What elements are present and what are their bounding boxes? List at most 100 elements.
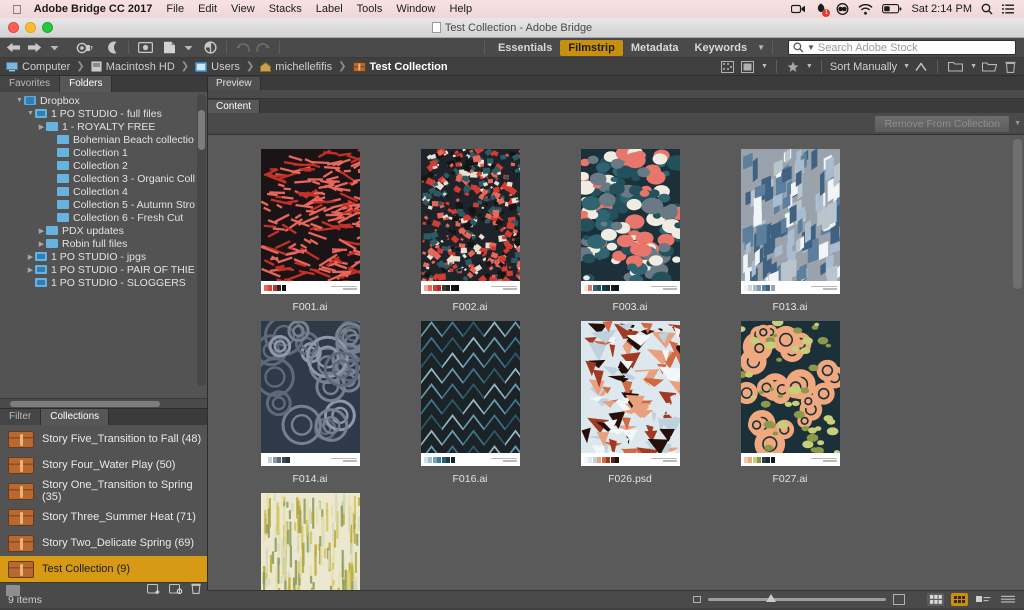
thumbnail-size-slider-handle[interactable]: [766, 594, 776, 602]
thumbnail-image[interactable]: [260, 321, 360, 466]
tab-collections[interactable]: Collections: [41, 409, 110, 425]
breadcrumb-test-collection[interactable]: Test Collection: [352, 61, 448, 73]
sort-order-icon[interactable]: [913, 59, 929, 75]
folder-tree-item[interactable]: ▶ 1 PO STUDIO - jpgs: [0, 250, 207, 263]
delete-icon[interactable]: [1002, 59, 1018, 75]
thumbnail-image[interactable]: [420, 321, 520, 466]
breadcrumb-macintosh-hd[interactable]: Macintosh HD: [90, 61, 175, 73]
open-in-icon[interactable]: [161, 40, 178, 56]
camera-raw-icon[interactable]: [136, 40, 155, 56]
dropbox-icon[interactable]: [836, 3, 849, 15]
menu-app-name[interactable]: Adobe Bridge CC 2017: [34, 3, 153, 15]
menu-tools[interactable]: Tools: [357, 3, 383, 15]
tab-preview[interactable]: Preview: [208, 77, 261, 90]
content-scroll-thumb[interactable]: [1013, 139, 1022, 289]
folder-tree-item[interactable]: 1 PO STUDIO - SLOGGERS: [0, 276, 207, 289]
folder-tree-horizontal-scrollbar[interactable]: [0, 398, 207, 408]
screen-record-icon[interactable]: [791, 3, 806, 15]
menu-view[interactable]: View: [231, 3, 255, 15]
recent-dropdown-icon[interactable]: [46, 40, 62, 56]
thumbnail-size-slider[interactable]: [708, 594, 886, 602]
folder-tree-scroll-thumb[interactable]: [198, 110, 205, 150]
thumbnail-item[interactable]: F028.ai: [230, 493, 390, 590]
breadcrumb-michellefifis[interactable]: michellefifis: [260, 61, 332, 73]
folder-tree-item[interactable]: ▶ 1 PO STUDIO - PAIR OF THIE: [0, 263, 207, 276]
thumbnail-item[interactable]: F014.ai: [230, 321, 390, 485]
disclosure-triangle-icon[interactable]: ▶: [37, 240, 46, 248]
thumbnail-grid-icon[interactable]: [951, 593, 968, 606]
thumbnail-image[interactable]: [580, 321, 680, 466]
workspace-metadata[interactable]: Metadata: [623, 40, 687, 56]
apple-menu-icon[interactable]: : [12, 3, 22, 16]
open-recent-icon[interactable]: [980, 59, 999, 75]
collection-item[interactable]: Story Three_Summer Heat (71): [0, 504, 207, 530]
details-view-icon[interactable]: [975, 593, 992, 606]
workspace-dropdown-icon[interactable]: ▼: [757, 43, 765, 52]
collection-item-selected[interactable]: Test Collection (9): [0, 556, 207, 582]
thumbnail-quality-dropdown-icon[interactable]: ▼: [761, 63, 768, 70]
thumbnail-grid-area[interactable]: F001.ai F002.ai F003.ai F013.ai F014.ai F016.…: [208, 135, 1024, 590]
menu-edit[interactable]: Edit: [198, 3, 217, 15]
get-photos-from-camera-icon[interactable]: [74, 40, 95, 56]
folder-tree-item[interactable]: Collection 1: [0, 146, 207, 159]
thumbnail-item[interactable]: F003.ai: [550, 149, 710, 313]
folder-tree-item[interactable]: ▶ 1 - ROYALTY FREE: [0, 120, 207, 133]
redo-icon[interactable]: [254, 40, 272, 56]
folder-tree-item[interactable]: Collection 5 - Autumn Stro: [0, 198, 207, 211]
collections-list[interactable]: Story Five_Transition to Fall (48) Story …: [0, 425, 207, 582]
battery-icon[interactable]: [882, 3, 902, 15]
menu-file[interactable]: File: [166, 3, 184, 15]
tab-folders[interactable]: Folders: [60, 76, 113, 92]
notification-center-icon[interactable]: [1002, 3, 1014, 15]
wifi-icon[interactable]: [858, 3, 873, 15]
notification-badge-icon[interactable]: 1: [815, 3, 831, 17]
thumbnail-quality-icon[interactable]: [739, 59, 756, 75]
increase-thumbnail-size-icon[interactable]: [893, 594, 905, 605]
thumbnail-item[interactable]: F026.psd: [550, 321, 710, 485]
delete-collection-icon[interactable]: [191, 583, 201, 597]
thumbnail-item[interactable]: F001.ai: [230, 149, 390, 313]
thumbnail-image[interactable]: [740, 321, 840, 466]
menu-bar-clock[interactable]: Sat 2:14 PM: [911, 3, 972, 15]
collection-item[interactable]: Story Four_Water Play (50): [0, 452, 207, 478]
spotlight-search-icon[interactable]: [981, 3, 993, 15]
workspace-essentials[interactable]: Essentials: [490, 40, 560, 56]
thumbnail-item[interactable]: F002.ai: [390, 149, 550, 313]
grid-lock-icon[interactable]: [927, 593, 944, 606]
tab-favorites[interactable]: Favorites: [0, 76, 61, 92]
tab-content[interactable]: Content: [208, 100, 261, 113]
search-input-placeholder[interactable]: Search Adobe Stock: [818, 42, 918, 54]
disclosure-triangle-icon[interactable]: ▶: [26, 253, 35, 261]
thumbnail-item[interactable]: F027.ai: [710, 321, 870, 485]
menu-stacks[interactable]: Stacks: [269, 3, 302, 15]
collection-item[interactable]: Story Five_Transition to Fall (48): [0, 426, 207, 452]
collection-item[interactable]: Story One_Transition to Spring (35): [0, 478, 207, 504]
folder-tree-item[interactable]: Bohemian Beach collectio: [0, 133, 207, 146]
star-filter-dropdown-icon[interactable]: ▼: [806, 63, 813, 70]
undo-icon[interactable]: [234, 40, 252, 56]
folder-tree-item[interactable]: Collection 2: [0, 159, 207, 172]
remove-from-collection-button[interactable]: Remove From Collection: [874, 114, 1010, 133]
disclosure-triangle-icon[interactable]: ▼: [15, 97, 24, 104]
new-collection-icon[interactable]: [146, 583, 161, 597]
refine-icon[interactable]: [105, 40, 121, 56]
thumbnail-item[interactable]: F013.ai: [710, 149, 870, 313]
workspace-keywords[interactable]: Keywords: [687, 40, 756, 56]
folder-tree-item[interactable]: Collection 3 - Organic Coll: [0, 172, 207, 185]
folder-tree-hscroll-thumb[interactable]: [10, 401, 160, 407]
back-arrow-icon[interactable]: [4, 40, 23, 56]
star-filter-icon[interactable]: [785, 59, 801, 75]
new-folder-icon[interactable]: [946, 59, 965, 75]
menu-window[interactable]: Window: [396, 3, 435, 15]
content-scrollbar[interactable]: [1013, 139, 1022, 586]
folder-tree-item[interactable]: ▶ Robin full files: [0, 237, 207, 250]
new-smart-collection-icon[interactable]: [168, 583, 183, 597]
collection-item[interactable]: Story Two_Delicate Spring (69): [0, 530, 207, 556]
menu-label[interactable]: Label: [316, 3, 343, 15]
breadcrumb-users[interactable]: Users: [195, 61, 240, 73]
workspace-filmstrip[interactable]: Filmstrip: [560, 39, 623, 56]
sort-dropdown-icon[interactable]: ▼: [903, 63, 910, 70]
thumbnail-image[interactable]: [580, 149, 680, 294]
breadcrumb-computer[interactable]: Computer: [6, 61, 70, 73]
decrease-thumbnail-size-icon[interactable]: [693, 596, 701, 603]
